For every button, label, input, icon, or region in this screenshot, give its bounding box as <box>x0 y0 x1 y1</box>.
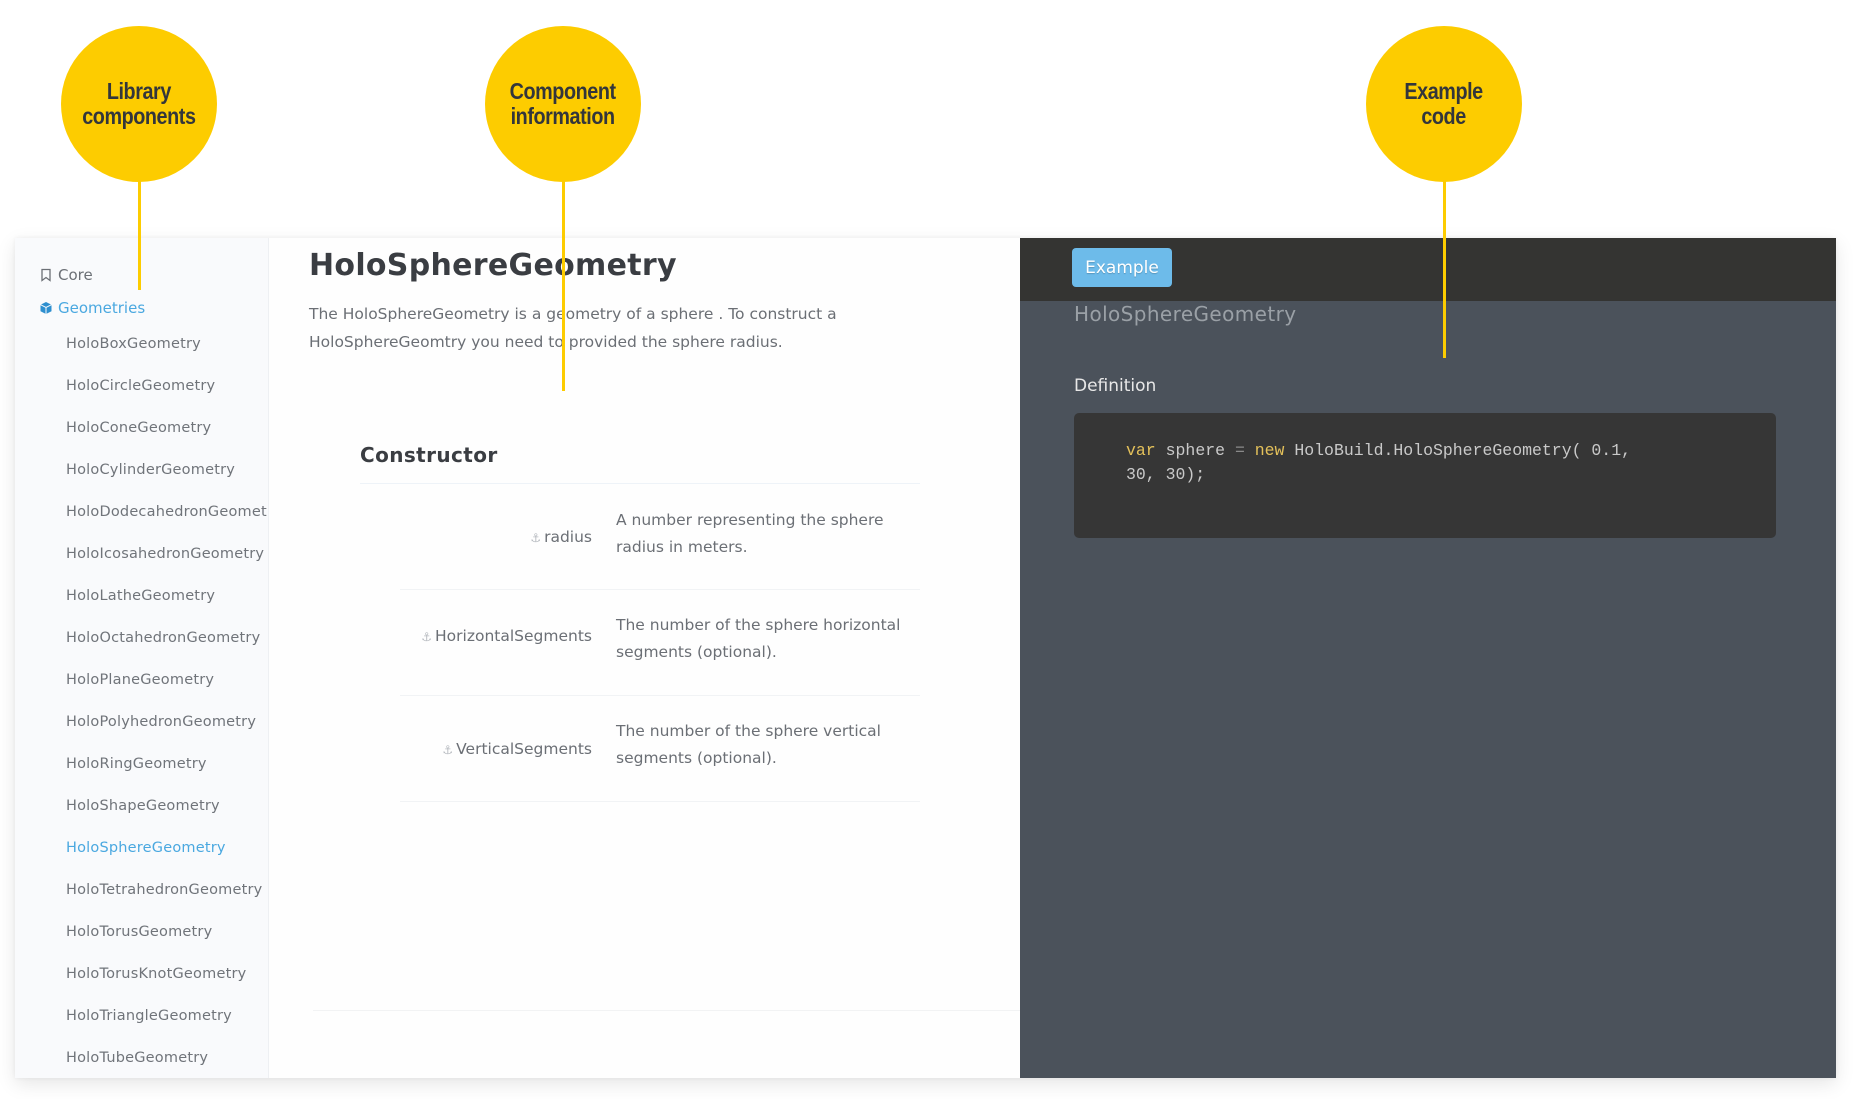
bookmark-icon <box>39 268 53 282</box>
sidebar-section-core[interactable]: Core <box>39 266 93 284</box>
callout-connector-line <box>138 180 141 290</box>
param-row-horizontal-segments: ⚓ HorizontalSegments The number of the sp… <box>400 590 920 696</box>
sidebar-item-holo-tetrahedron-geometry[interactable]: HoloTetrahedronGeometry <box>66 882 262 898</box>
param-name[interactable]: ⚓ radius <box>402 524 592 551</box>
sidebar-item-holo-lathe-geometry[interactable]: HoloLatheGeometry <box>66 588 215 604</box>
callout-example-code: Example code <box>1366 26 1522 182</box>
code-operator: = <box>1234 441 1245 460</box>
code-keyword: new <box>1244 441 1285 460</box>
sidebar-item-holo-torus-geometry[interactable]: HoloTorusGeometry <box>66 924 212 940</box>
sidebar-item-holo-triangle-geometry[interactable]: HoloTriangleGeometry <box>66 1008 232 1024</box>
param-description: A number representing the sphere radius … <box>616 511 884 556</box>
callout-label: Component information <box>509 78 616 129</box>
sidebar-item-holo-plane-geometry[interactable]: HoloPlaneGeometry <box>66 672 214 688</box>
code-identifier: sphere <box>1155 441 1235 460</box>
sidebar-item-holo-sphere-geometry[interactable]: HoloSphereGeometry <box>66 840 226 856</box>
param-row-radius: ⚓ radius A number representing the sphere… <box>400 484 920 590</box>
sidebar-item-holo-torus-knot-geometry[interactable]: HoloTorusKnotGeometry <box>66 966 246 982</box>
callout-label: Library components <box>82 78 196 129</box>
sidebar-section-label: Core <box>58 266 93 284</box>
component-description: The HoloSphereGeometry is a geometry of … <box>309 305 837 351</box>
callout-component-information: Component information <box>485 26 641 182</box>
sidebar-section-geometries[interactable]: Geometries <box>39 299 145 317</box>
example-code-panel: Example HoloSphereGeometry Definition va… <box>1020 238 1836 1078</box>
callout-library-components: Library components <box>61 26 217 182</box>
callout-connector-line <box>562 180 565 391</box>
sidebar-item-holo-polyhedron-geometry[interactable]: HoloPolyhedronGeometry <box>66 714 256 730</box>
sidebar-item-holo-icosahedron-geometry[interactable]: HoloIcosahedronGeometry <box>66 546 264 562</box>
definition-label: Definition <box>1074 376 1157 396</box>
param-name[interactable]: ⚓ VerticalSegments <box>402 736 592 763</box>
divider <box>313 1010 1022 1011</box>
code-text: var sphere = new HoloBuild.HoloSphereGeo… <box>1126 439 1724 487</box>
library-components-sidebar: Core Geometries HoloBoxGeometry HoloCirc… <box>15 238 269 1078</box>
anchor-icon: ⚓ <box>421 630 433 644</box>
anchor-icon: ⚓ <box>442 743 454 757</box>
example-tab-button[interactable]: Example <box>1072 248 1172 287</box>
sidebar-section-label: Geometries <box>58 299 146 317</box>
sidebar-item-holo-ring-geometry[interactable]: HoloRingGeometry <box>66 756 207 772</box>
param-description: The number of the sphere vertical segmen… <box>616 722 881 767</box>
sidebar-item-holo-circle-geometry[interactable]: HoloCircleGeometry <box>66 378 215 394</box>
example-panel-header: Example <box>1020 238 1836 301</box>
callout-connector-line <box>1443 180 1446 358</box>
sidebar-item-holo-octahedron-geometry[interactable]: HoloOctahedronGeometry <box>66 630 260 646</box>
sidebar-item-holo-tube-geometry[interactable]: HoloTubeGeometry <box>66 1050 208 1066</box>
sidebar-item-holo-box-geometry[interactable]: HoloBoxGeometry <box>66 336 201 352</box>
param-name[interactable]: ⚓ HorizontalSegments <box>402 623 592 650</box>
sidebar-item-holo-dodecahedron-geometry[interactable]: HoloDodecahedronGeometry <box>66 504 268 520</box>
code-block[interactable]: var sphere = new HoloBuild.HoloSphereGeo… <box>1074 413 1776 538</box>
sidebar-item-holo-cylinder-geometry[interactable]: HoloCylinderGeometry <box>66 462 235 478</box>
code-keyword: var <box>1126 441 1156 460</box>
param-row-vertical-segments: ⚓ VerticalSegments The number of the sphe… <box>400 696 920 802</box>
sidebar-item-holo-shape-geometry[interactable]: HoloShapeGeometry <box>66 798 220 814</box>
docs-app-window: Core Geometries HoloBoxGeometry HoloCirc… <box>15 238 1836 1078</box>
example-title: HoloSphereGeometry <box>1074 302 1297 326</box>
cube-icon <box>39 301 53 315</box>
callout-label: Example code <box>1404 78 1484 129</box>
constructor-heading: Constructor <box>360 443 498 467</box>
param-description: The number of the sphere horizontal segm… <box>616 616 901 661</box>
page-title: HoloSphereGeometry <box>309 248 677 283</box>
component-information-panel: HoloSphereGeometry The HoloSphereGeometr… <box>269 238 1022 1078</box>
anchor-icon: ⚓ <box>530 531 542 545</box>
sidebar-item-holo-cone-geometry[interactable]: HoloConeGeometry <box>66 420 211 436</box>
